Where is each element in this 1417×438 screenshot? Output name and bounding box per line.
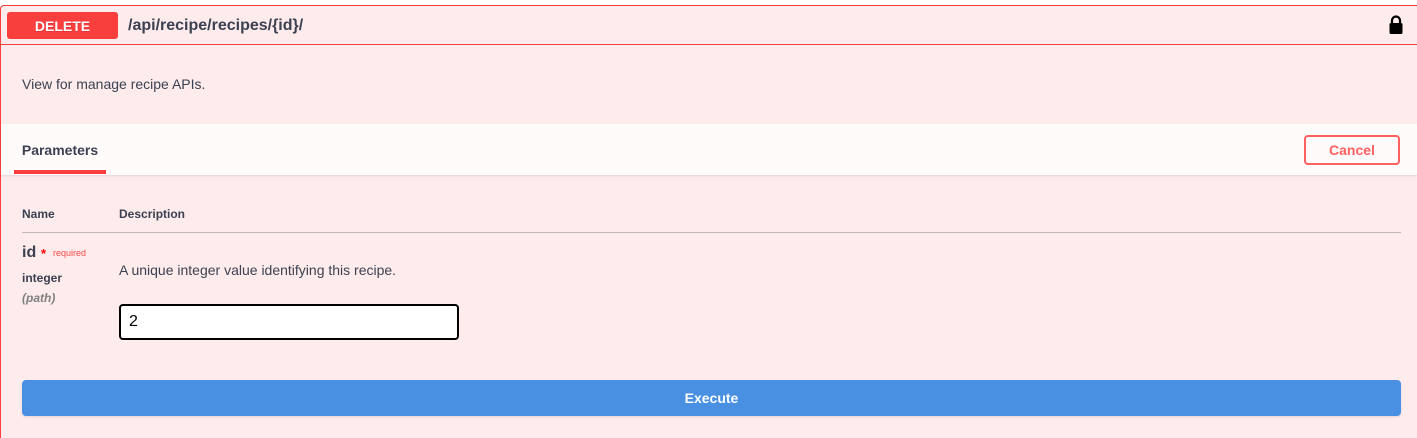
- operation-block-delete: DELETE /api/recipe/recipes/{id}/ View fo…: [0, 5, 1417, 438]
- column-header-description: Description: [119, 207, 186, 221]
- operation-summary[interactable]: DELETE /api/recipe/recipes/{id}/: [1, 6, 1417, 45]
- lock-icon[interactable]: [1388, 15, 1404, 35]
- cancel-button[interactable]: Cancel: [1304, 135, 1400, 165]
- column-header-name: Name: [22, 207, 55, 221]
- operation-path: /api/recipe/recipes/{id}/: [128, 17, 304, 34]
- required-star: *: [41, 246, 47, 261]
- tab-active-indicator: [14, 170, 106, 174]
- param-location: (path): [22, 291, 56, 305]
- required-label: required: [53, 248, 87, 258]
- id-input[interactable]: [119, 304, 459, 340]
- parameters-header: Parameters Cancel: [1, 124, 1417, 175]
- method-badge: DELETE: [7, 12, 118, 39]
- param-type: integer: [22, 271, 63, 285]
- table-divider: [22, 232, 1401, 233]
- execute-button[interactable]: Execute: [22, 380, 1401, 416]
- param-name: id: [22, 244, 37, 261]
- operation-description: View for manage recipe APIs.: [22, 76, 206, 92]
- tab-parameters[interactable]: Parameters: [14, 124, 106, 175]
- param-description: A unique integer value identifying this …: [119, 262, 397, 278]
